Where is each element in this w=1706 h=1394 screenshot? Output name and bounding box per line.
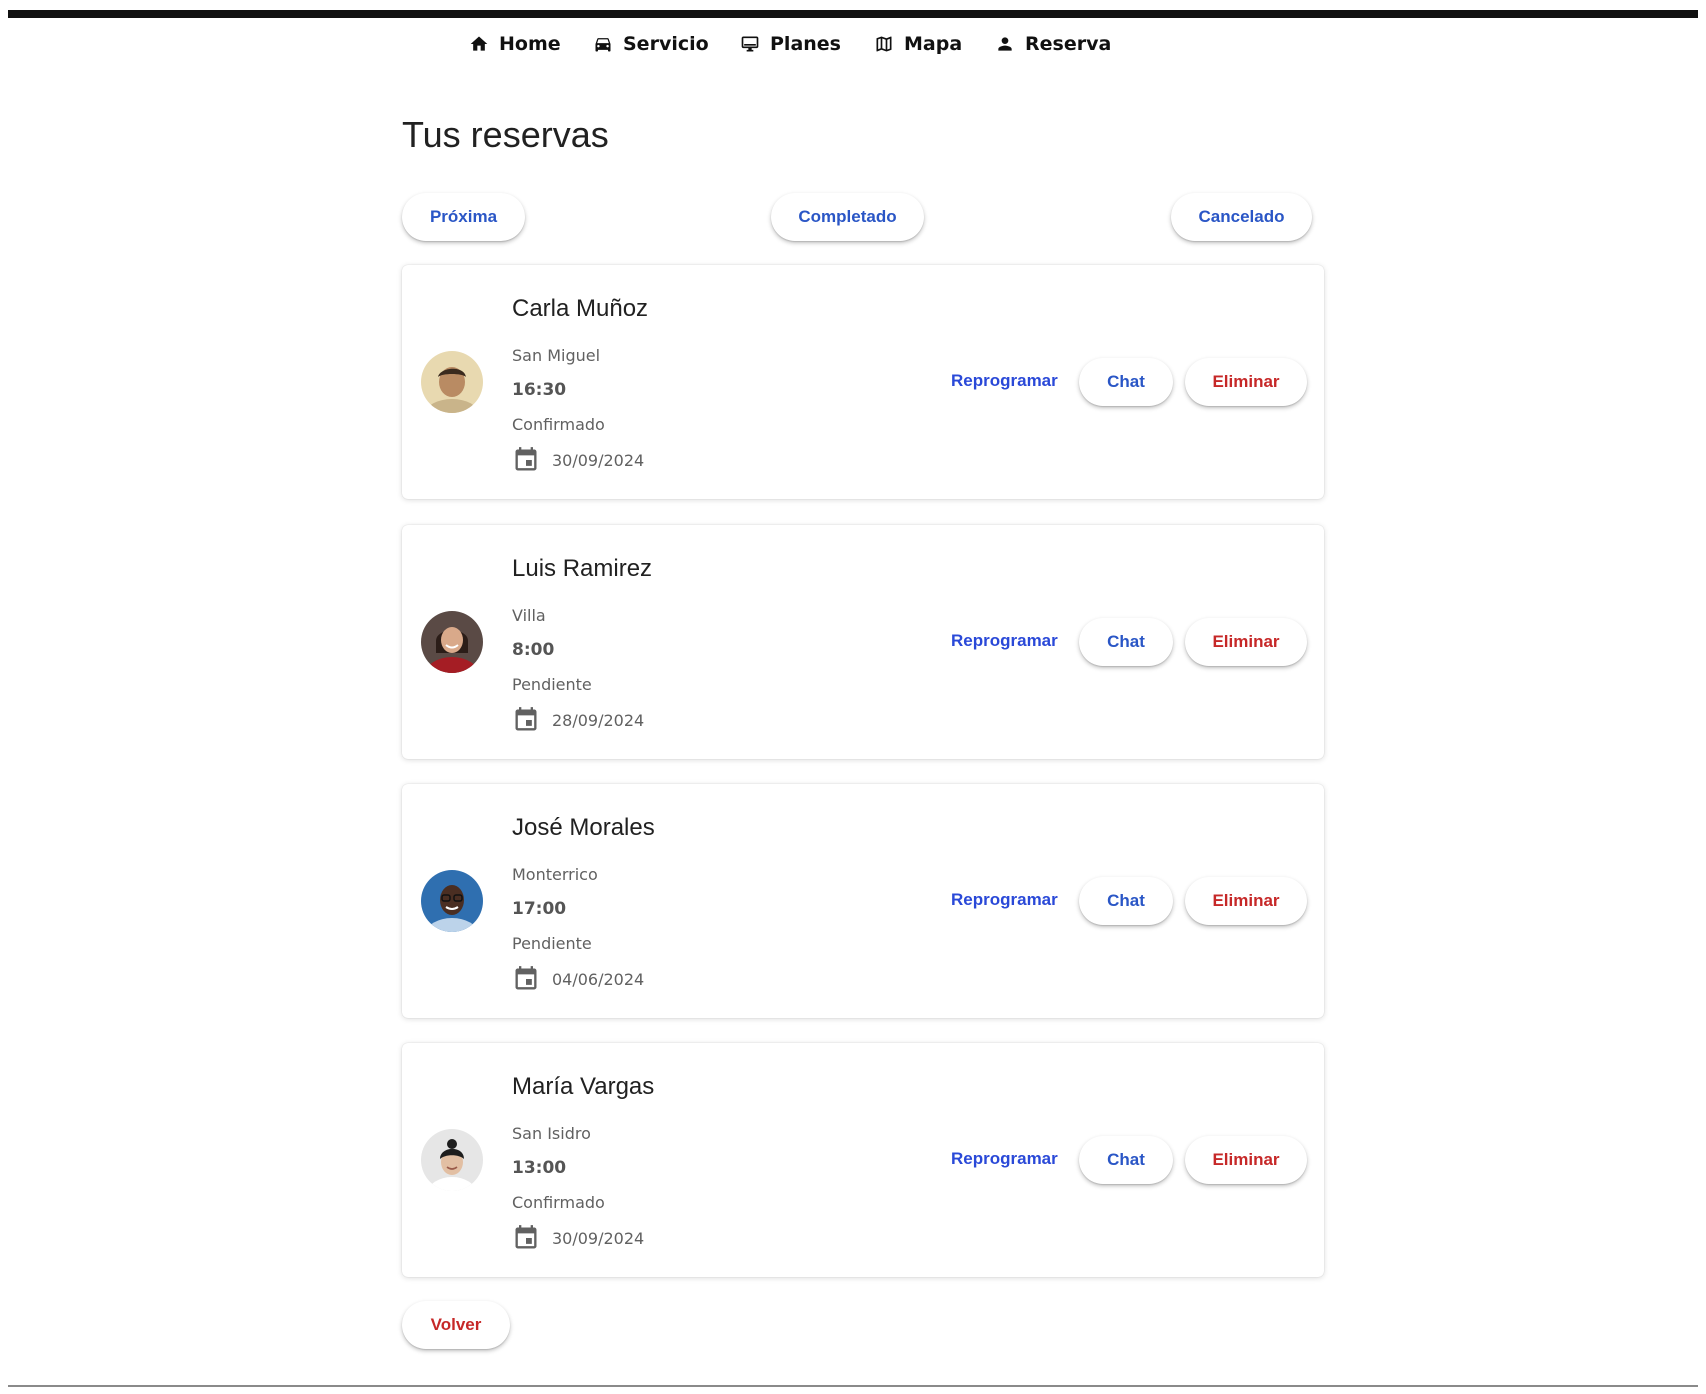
- nav-item-planes[interactable]: Planes: [740, 28, 841, 60]
- client-name: Carla Muñoz: [512, 295, 649, 322]
- client-name: Luis Ramirez: [512, 555, 653, 582]
- nav-item-reserva[interactable]: Reserva: [995, 28, 1111, 60]
- nav-item-label: Home: [499, 33, 561, 55]
- client-name: María Vargas: [512, 1073, 655, 1100]
- filter-proxima[interactable]: Próxima: [402, 193, 525, 241]
- avatar: [421, 611, 483, 673]
- nav-item-servicio[interactable]: Servicio: [593, 28, 709, 60]
- reservation-time: 16:30: [512, 380, 567, 400]
- chat-button[interactable]: Chat: [1079, 618, 1173, 666]
- reprogram-button[interactable]: Reprogramar: [951, 890, 1058, 912]
- nav-item-mapa[interactable]: Mapa: [874, 28, 962, 60]
- reservation-time: 8:00: [512, 640, 555, 660]
- monitor-icon: [741, 36, 759, 52]
- date-text: 30/09/2024: [552, 1228, 645, 1248]
- car-icon: [595, 38, 611, 52]
- avatar: [421, 870, 483, 932]
- delete-button[interactable]: Eliminar: [1185, 618, 1307, 666]
- reservation-card: María Vargas San Isidro 13:00 Confirmado…: [402, 1043, 1324, 1277]
- top-navigation: Home Servicio Planes Mapa Reserva: [0, 28, 1706, 60]
- calendar-icon: [515, 707, 537, 731]
- chat-button[interactable]: Chat: [1079, 1136, 1173, 1184]
- client-location: Villa: [512, 606, 546, 625]
- chat-button[interactable]: Chat: [1079, 358, 1173, 406]
- reservation-status: Confirmado: [512, 415, 605, 434]
- client-name: José Morales: [512, 814, 655, 841]
- bottom-divider: [8, 1385, 1698, 1387]
- reservation-card: Carla Muñoz San Miguel 16:30 Confirmado …: [402, 265, 1324, 499]
- map-icon: [876, 36, 892, 52]
- reservation-date: 28/09/2024: [512, 706, 644, 734]
- top-bar: [8, 10, 1698, 18]
- filter-completado[interactable]: Completado: [771, 193, 924, 241]
- home-icon: [470, 36, 488, 51]
- delete-button[interactable]: Eliminar: [1185, 1136, 1307, 1184]
- date-text: 28/09/2024: [552, 710, 645, 730]
- reservation-time: 13:00: [512, 1158, 567, 1178]
- reservation-time: 17:00: [512, 899, 567, 919]
- page-title: Tus reservas: [402, 114, 609, 155]
- delete-button[interactable]: Eliminar: [1185, 358, 1307, 406]
- avatar: [421, 351, 483, 413]
- reservation-status: Pendiente: [512, 675, 592, 694]
- reprogram-button[interactable]: Reprogramar: [951, 631, 1058, 653]
- date-text: 30/09/2024: [552, 450, 645, 470]
- calendar-icon: [515, 447, 537, 471]
- reservation-date: 30/09/2024: [512, 446, 644, 474]
- nav-item-home[interactable]: Home: [469, 28, 561, 60]
- calendar-icon: [515, 1225, 537, 1249]
- reservation-status: Pendiente: [512, 934, 592, 953]
- client-location: San Isidro: [512, 1124, 591, 1143]
- calendar-icon: [515, 966, 537, 990]
- reprogram-button[interactable]: Reprogramar: [951, 371, 1058, 393]
- back-button[interactable]: Volver: [402, 1301, 510, 1349]
- reservation-card: Luis Ramirez Villa 8:00 Pendiente 28/09/…: [402, 525, 1324, 759]
- reservation-date: 30/09/2024: [512, 1224, 644, 1252]
- reprogram-button[interactable]: Reprogramar: [951, 1149, 1058, 1171]
- date-text: 04/06/2024: [552, 969, 645, 989]
- avatar: [421, 1129, 483, 1191]
- chat-button[interactable]: Chat: [1079, 877, 1173, 925]
- reservation-status: Confirmado: [512, 1193, 605, 1212]
- reservation-date: 04/06/2024: [512, 965, 644, 993]
- nav-item-label: Reserva: [1025, 33, 1112, 55]
- nav-item-label: Planes: [770, 33, 841, 55]
- person-icon: [998, 37, 1012, 51]
- nav-item-label: Mapa: [904, 33, 963, 55]
- delete-button[interactable]: Eliminar: [1185, 877, 1307, 925]
- client-location: San Miguel: [512, 346, 601, 365]
- client-location: Monterrico: [512, 865, 598, 884]
- filter-cancelado[interactable]: Cancelado: [1171, 193, 1312, 241]
- reservation-card: José Morales Monterrico 17:00 Pendiente …: [402, 784, 1324, 1018]
- nav-item-label: Servicio: [623, 33, 709, 55]
